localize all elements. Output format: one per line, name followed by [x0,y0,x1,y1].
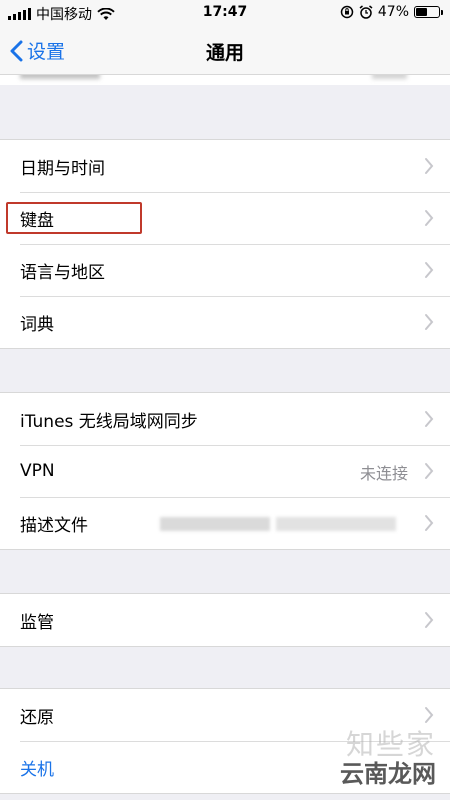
chevron-right-icon [425,314,434,330]
row-label: 描述文件 [20,515,88,536]
row-label: VPN [20,461,55,481]
shutdown-label: 关机 [20,759,54,780]
row-itunes-wifi-sync[interactable]: iTunes 无线局域网同步 [0,393,450,445]
battery-icon [414,6,443,18]
blurred-value [276,517,396,531]
row-label: iTunes 无线局域网同步 [20,411,198,432]
status-right: 47% [340,4,443,20]
chevron-right-icon [425,158,434,174]
chevron-right-icon [425,262,434,278]
row-vpn[interactable]: VPN 未连接 [0,445,450,497]
row-label: 语言与地区 [20,262,105,283]
partial-row[interactable] [0,75,450,85]
partial-row-text [20,75,100,79]
row-dictionary[interactable]: 词典 [0,296,450,348]
chevron-right-icon [425,210,434,226]
row-supervision[interactable]: 监管 [0,594,450,646]
row-shutdown[interactable]: 关机 [0,741,450,793]
chevron-right-icon [425,612,434,628]
chevron-right-icon [425,707,434,723]
settings-group-4: 还原 关机 [0,688,450,794]
row-label: 监管 [20,612,54,633]
rotation-lock-icon [340,5,354,19]
chevron-right-icon [425,411,434,427]
battery-percent: 47% [377,4,409,20]
row-profiles[interactable]: 描述文件 [0,497,450,549]
blurred-value [160,517,270,531]
row-label: 日期与时间 [20,158,105,179]
battery-fill [416,8,428,16]
chevron-right-icon [425,515,434,531]
settings-group-3: 监管 [0,593,450,647]
row-label: 词典 [20,314,54,335]
page-title: 通用 [205,42,244,64]
partial-row-value [372,75,407,79]
navigation-bar: 设置 通用 [0,26,450,75]
status-bar: 中国移动 17:47 47% [0,0,450,26]
alarm-icon [359,5,373,19]
chevron-right-icon [425,463,434,479]
row-keyboard[interactable]: 键盘 [0,192,450,244]
vpn-status: 未连接 [359,464,408,483]
row-date-time[interactable]: 日期与时间 [0,140,450,192]
row-language-region[interactable]: 语言与地区 [0,244,450,296]
settings-group-2: iTunes 无线局域网同步 VPN 未连接 描述文件 [0,392,450,550]
settings-group-1: 日期与时间 键盘 语言与地区 词典 [0,139,450,349]
row-label: 还原 [20,707,54,728]
row-reset[interactable]: 还原 [0,689,450,741]
highlight-box [6,202,142,234]
